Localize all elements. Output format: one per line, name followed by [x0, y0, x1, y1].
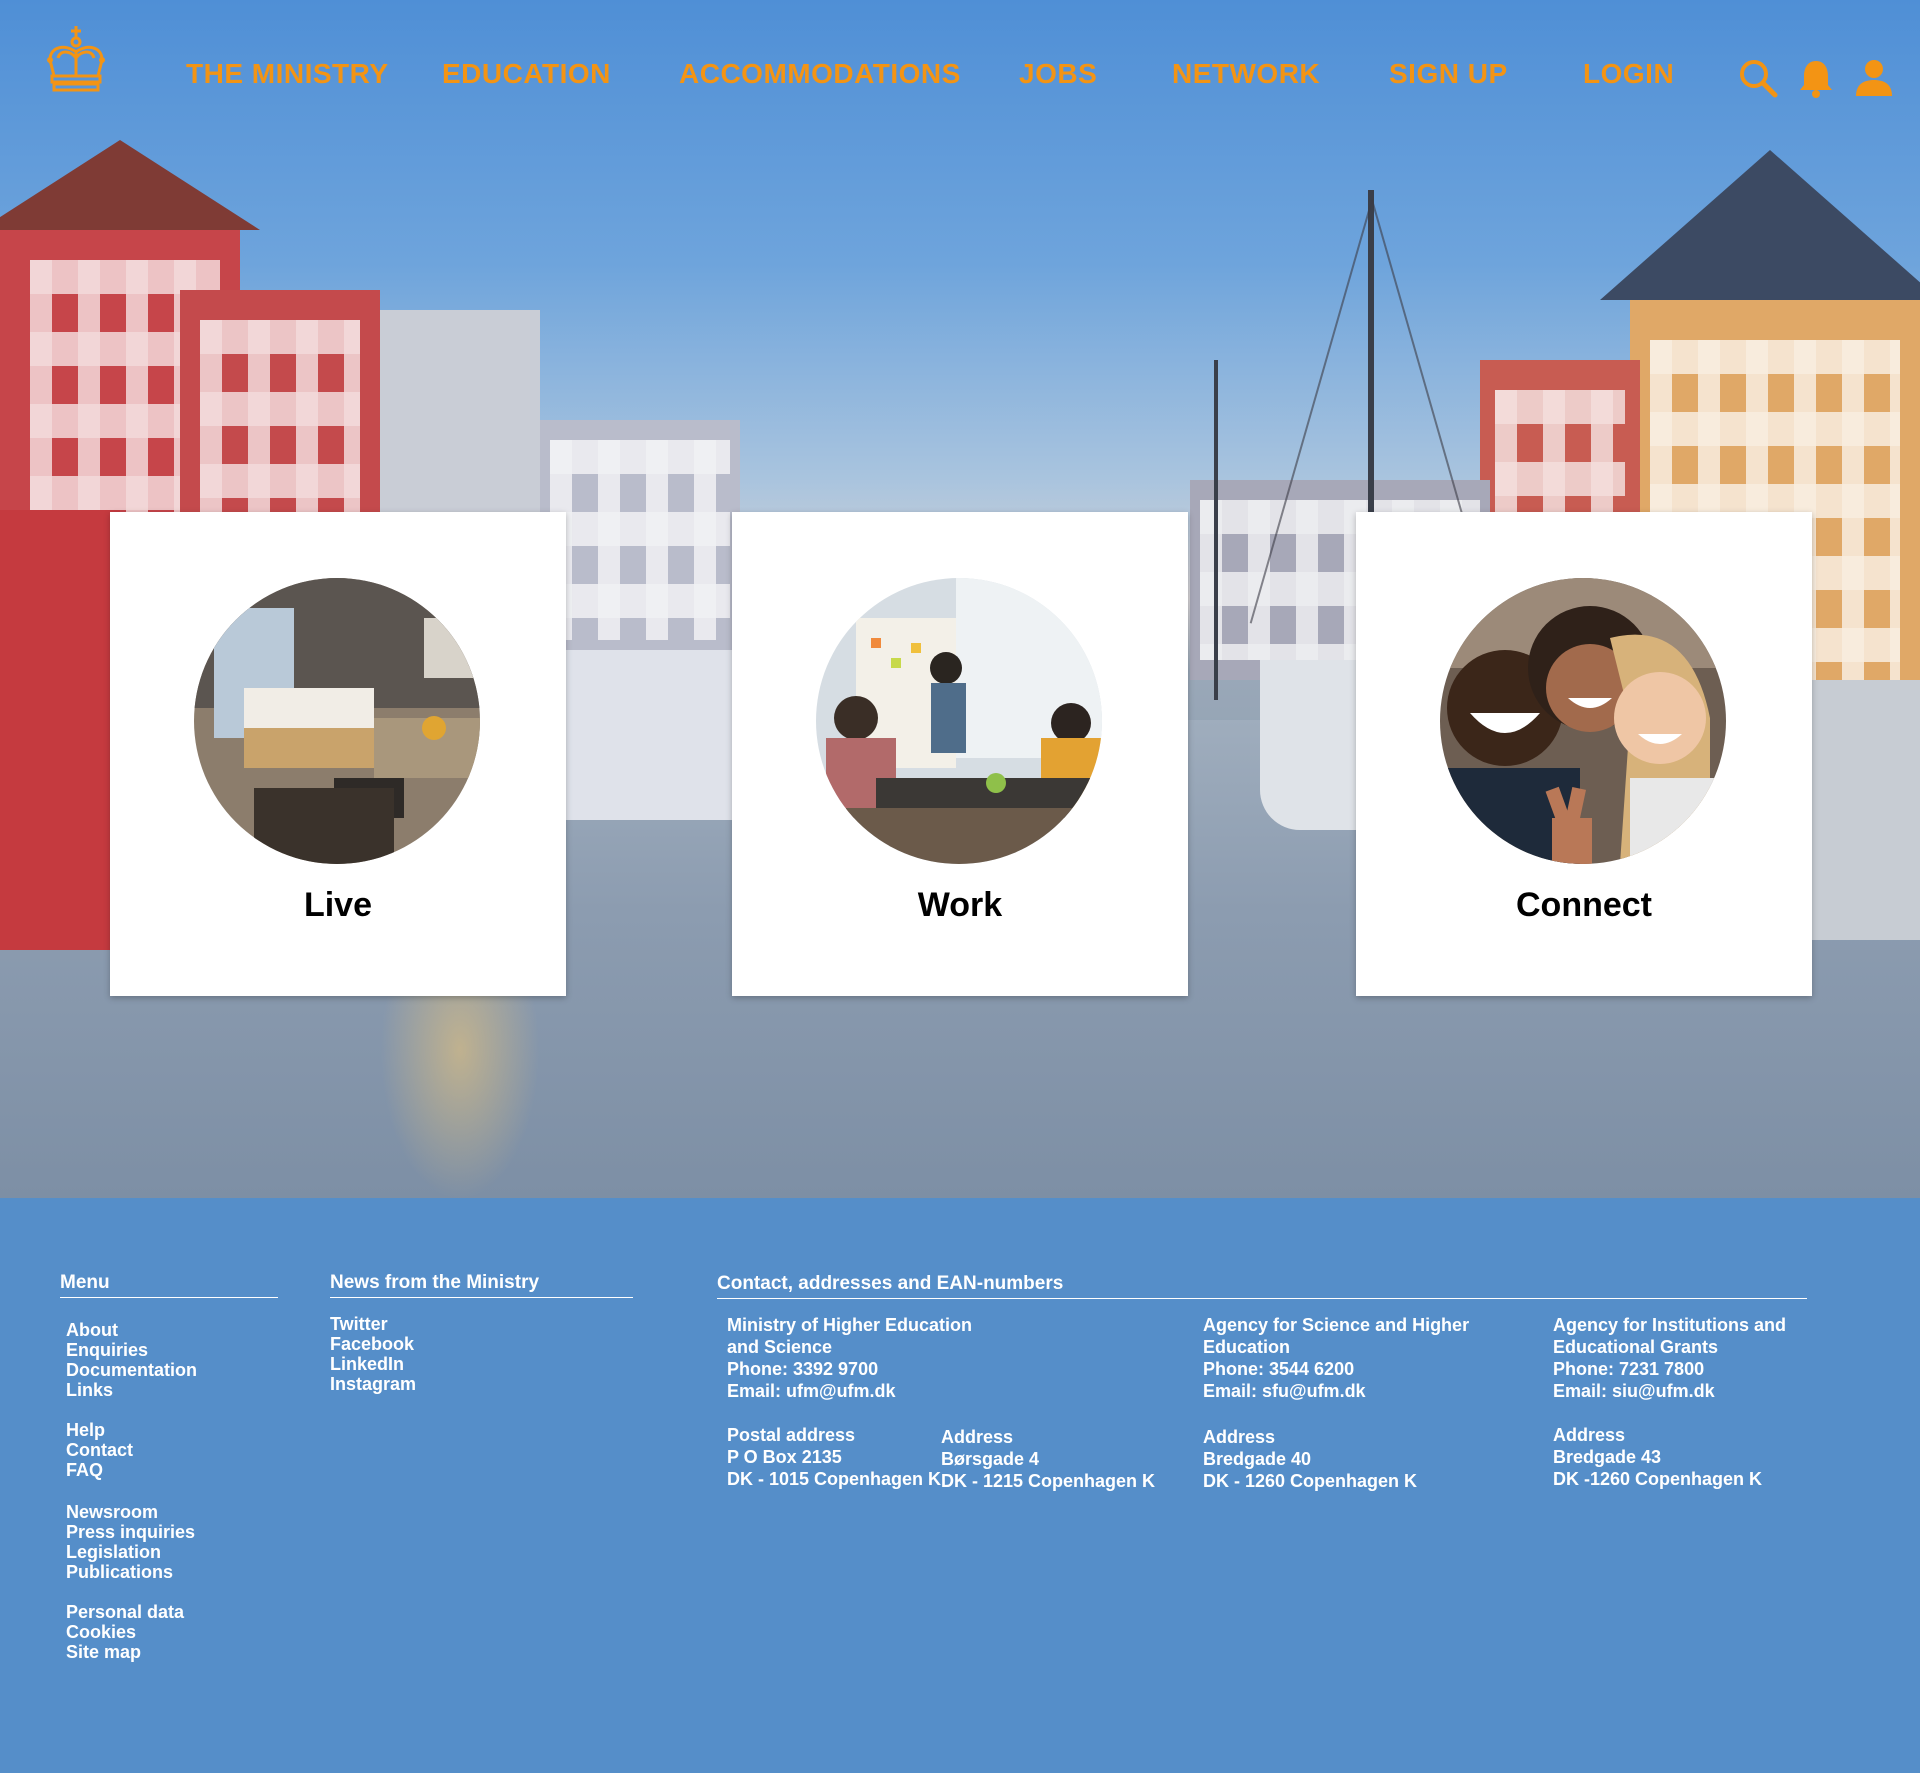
- footer-link-press-inquiries[interactable]: Press inquiries: [66, 1522, 195, 1542]
- ministry-email[interactable]: Email: ufm@ufm.dk: [727, 1381, 896, 1401]
- ministry-postal-line2: DK - 1015 Copenhagen K: [727, 1469, 942, 1489]
- footer-link-help[interactable]: Help: [66, 1420, 105, 1440]
- footer-link-linkedin[interactable]: LinkedIn: [330, 1354, 404, 1374]
- agency-grants-address-line1: Bredgade 43: [1553, 1447, 1662, 1467]
- footer-link-documentation[interactable]: Documentation: [66, 1360, 197, 1380]
- friends-selfie-photo: [1440, 578, 1726, 864]
- nav-the-ministry[interactable]: THE MINISTRY: [186, 58, 389, 90]
- nav-sign-up[interactable]: SIGN UP: [1389, 58, 1508, 90]
- user-icon[interactable]: [1854, 58, 1894, 98]
- ministry-postal-line1: P O Box 2135: [727, 1447, 842, 1467]
- ministry-address-label: Address: [941, 1427, 1014, 1447]
- footer-news-heading: News from the Ministry: [330, 1272, 633, 1298]
- agency-science-email[interactable]: Email: sfu@ufm.dk: [1203, 1381, 1366, 1401]
- top-navigation: THE MINISTRY EDUCATION ACCOMMODATIONS JO…: [0, 0, 1920, 160]
- footer-link-newsroom[interactable]: Newsroom: [66, 1502, 158, 1522]
- footer-link-contact[interactable]: Contact: [66, 1440, 133, 1460]
- card-work[interactable]: Work: [732, 512, 1188, 996]
- footer-link-legislation[interactable]: Legislation: [66, 1542, 161, 1562]
- agency-grants-name: Agency for Institutions and: [1553, 1315, 1787, 1335]
- building-roof: [1600, 150, 1920, 300]
- footer-link-enquiries[interactable]: Enquiries: [66, 1340, 148, 1360]
- nav-network[interactable]: NETWORK: [1172, 58, 1320, 90]
- agency-grants-name-line2: Educational Grants: [1553, 1337, 1719, 1357]
- footer-link-personal-data[interactable]: Personal data: [66, 1602, 184, 1622]
- nav-accommodations[interactable]: ACCOMMODATIONS: [679, 58, 961, 90]
- card-live[interactable]: Live: [110, 512, 566, 996]
- footer: Menu About Enquiries Documentation Links…: [0, 1198, 1920, 1773]
- agency-science-name: Agency for Science and Higher: [1203, 1315, 1470, 1335]
- agency-science-address-line2: DK - 1260 Copenhagen K: [1203, 1471, 1418, 1491]
- agency-science-address-line1: Bredgade 40: [1203, 1449, 1312, 1469]
- agency-grants-address-label: Address: [1553, 1425, 1626, 1445]
- footer-link-about[interactable]: About: [66, 1320, 118, 1340]
- footer-menu-heading: Menu: [60, 1272, 278, 1298]
- search-icon[interactable]: [1738, 58, 1778, 98]
- ministry-name-line2: and Science: [727, 1337, 833, 1357]
- quay-wall-left: [560, 650, 760, 820]
- agency-science-name-line2: Education: [1203, 1337, 1291, 1357]
- agency-grants-address-line2: DK -1260 Copenhagen K: [1553, 1469, 1763, 1489]
- building-row-left: [540, 420, 740, 660]
- agency-science-address-label: Address: [1203, 1427, 1276, 1447]
- card-live-label: Live: [303, 886, 373, 924]
- agency-grants-phone: Phone: 7231 7800: [1553, 1359, 1705, 1379]
- agency-grants-email[interactable]: Email: siu@ufm.dk: [1553, 1381, 1715, 1401]
- footer-link-site-map[interactable]: Site map: [66, 1642, 141, 1662]
- bell-icon[interactable]: [1796, 58, 1836, 98]
- footer-link-cookies[interactable]: Cookies: [66, 1622, 136, 1642]
- card-connect-label: Connect: [1516, 886, 1652, 924]
- agency-science-phone: Phone: 3544 6200: [1203, 1359, 1355, 1379]
- footer-link-faq[interactable]: FAQ: [66, 1460, 103, 1480]
- ministry-address-line2: DK - 1215 Copenhagen K: [941, 1471, 1156, 1491]
- hotel-room-photo: [194, 578, 480, 864]
- ministry-name: Ministry of Higher Education: [727, 1315, 973, 1335]
- card-connect[interactable]: Connect: [1356, 512, 1812, 996]
- ship-mast: [1214, 360, 1218, 700]
- building-windows: [550, 440, 730, 640]
- nav-jobs[interactable]: JOBS: [1019, 58, 1097, 90]
- footer-contact-heading: Contact, addresses and EAN-numbers: [717, 1273, 1807, 1299]
- footer-link-publications[interactable]: Publications: [66, 1562, 173, 1582]
- ministry-postal-label: Postal address: [727, 1425, 856, 1445]
- footer-link-links[interactable]: Links: [66, 1380, 113, 1400]
- red-boat-left: [0, 510, 120, 950]
- ministry-phone: Phone: 3392 9700: [727, 1359, 879, 1379]
- footer-link-facebook[interactable]: Facebook: [330, 1334, 414, 1354]
- ministry-address-line1: Børsgade 4: [941, 1449, 1040, 1469]
- nav-login[interactable]: LOGIN: [1583, 58, 1674, 90]
- office-meeting-photo: [816, 578, 1102, 864]
- footer-link-instagram[interactable]: Instagram: [330, 1374, 416, 1394]
- footer-link-twitter[interactable]: Twitter: [330, 1314, 388, 1334]
- crown-logo-icon[interactable]: [40, 24, 112, 96]
- card-work-label: Work: [917, 886, 1003, 924]
- nav-education[interactable]: EDUCATION: [442, 58, 611, 90]
